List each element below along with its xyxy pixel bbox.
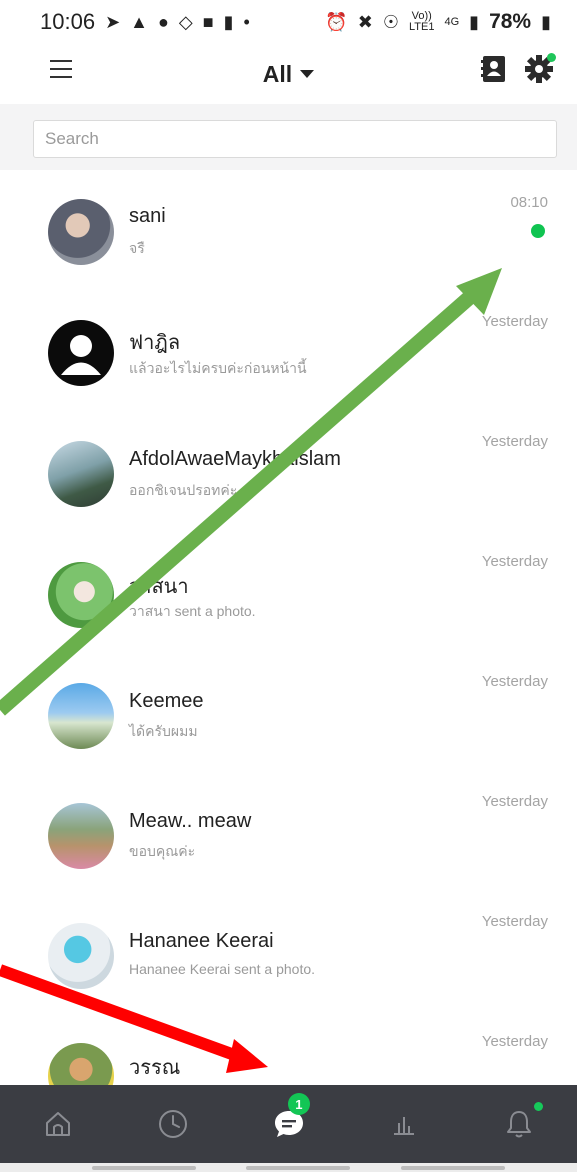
chat-name: ฟาฎิล <box>129 332 181 354</box>
chat-row[interactable]: Hananee Keerai Hananee Keerai sent a pho… <box>0 890 577 1010</box>
status-bar: 10:06 ➤ ▲ ● ◇ ■ ▮ • ⏰ ✖ ☉ Vo)) LTE1 4G ▮ … <box>0 0 577 44</box>
avatar <box>48 441 114 507</box>
chat-time: Yesterday <box>481 433 548 450</box>
avatar <box>48 923 114 989</box>
signal-icon: ▮ <box>469 12 480 32</box>
youtube-icon: ▮ <box>223 12 234 32</box>
notifications-dot <box>533 1102 543 1111</box>
avatar <box>48 199 114 265</box>
menu-icon[interactable] <box>50 58 72 80</box>
chat-row[interactable]: AfdolAwaeMaykhaislam ออกชิเจนปรอทค่ะ Yes… <box>0 410 577 530</box>
contacts-icon[interactable] <box>481 55 507 83</box>
chat-name: AfdolAwaeMaykhaislam <box>129 448 341 470</box>
messenger-icon: ● <box>157 12 169 32</box>
chat-preview: แล้วอะไรไม่ครบค่ะก่อนหน้านี้ <box>129 360 307 376</box>
chat-preview: ออกชิเจนปรอทค่ะ <box>129 482 238 498</box>
nav-history[interactable] <box>115 1085 230 1163</box>
chat-row[interactable]: วรรณ Yesterday <box>0 1010 577 1085</box>
gesture-bar <box>0 1163 577 1172</box>
chat-row[interactable]: Keemee ได้ครับผมม Yesterday <box>0 650 577 770</box>
bottom-nav: 1 <box>0 1085 577 1163</box>
chat-time: Yesterday <box>481 913 548 930</box>
chat-row[interactable]: sani จรื 08:10 <box>0 170 577 290</box>
page-title: All <box>262 60 293 87</box>
default-avatar-icon <box>61 335 101 375</box>
nav-notifications[interactable] <box>462 1085 577 1163</box>
avatar <box>48 803 114 869</box>
mute-icon: ✖ <box>357 12 373 32</box>
teams-icon: ■ <box>202 12 214 32</box>
caret-down-icon <box>300 70 315 78</box>
network-indicator: 4G <box>444 15 460 28</box>
nav-home[interactable] <box>0 1085 115 1163</box>
warning-icon: ▲ <box>130 12 148 32</box>
chat-preview: วาสนา sent a photo. <box>129 603 256 619</box>
avatar <box>48 562 114 628</box>
chat-time: Yesterday <box>481 793 548 810</box>
app-header: All <box>0 44 577 104</box>
chat-time: Yesterday <box>481 553 548 570</box>
gesture-handle-center <box>246 1166 350 1170</box>
status-time: 10:06 <box>40 9 96 34</box>
chat-time: Yesterday <box>481 1033 548 1050</box>
hotspot-icon: ☉ <box>382 12 399 32</box>
bell-icon <box>507 1111 532 1138</box>
nav-chats[interactable]: 1 <box>231 1085 346 1163</box>
more-notifications-icon: • <box>243 12 250 32</box>
settings-notification-dot <box>547 53 556 62</box>
gear-icon[interactable] <box>524 53 556 84</box>
search-input[interactable] <box>33 120 557 158</box>
chat-row[interactable]: วาสนา วาสนา sent a photo. Yesterday <box>0 530 577 650</box>
home-icon <box>45 1112 70 1136</box>
chat-time: Yesterday <box>481 313 548 330</box>
gesture-handle-left <box>92 1166 196 1170</box>
nav-stats[interactable] <box>346 1085 461 1163</box>
unread-indicator <box>531 224 545 238</box>
avatar <box>48 320 114 386</box>
alarm-icon: ⏰ <box>325 12 348 32</box>
chat-name: วรรณ <box>129 1057 181 1079</box>
bar-chart-icon <box>393 1117 414 1135</box>
status-right: ⏰ ✖ ☉ Vo)) LTE1 4G ▮ 78% ▮ <box>325 10 551 34</box>
chat-list: sani จรื 08:10 ฟาฎิล แล้วอะไรไม่ครบค่ะก่… <box>0 170 577 1085</box>
battery-icon: ▮ <box>541 12 551 32</box>
chat-row[interactable]: Meaw.. meaw ขอบคุณค่ะ Yesterday <box>0 770 577 890</box>
avatar <box>48 683 114 749</box>
volte-indicator: Vo)) LTE1 <box>408 10 435 33</box>
navigation-icon: ➤ <box>105 12 121 32</box>
chat-name: sani <box>129 205 166 227</box>
clock-icon <box>159 1110 188 1138</box>
chat-preview: ขอบคุณค่ะ <box>129 843 196 859</box>
chat-name: Meaw.. meaw <box>129 810 252 832</box>
filter-dropdown[interactable]: All <box>262 60 315 88</box>
location-icon: ◇ <box>178 12 193 32</box>
avatar <box>48 1043 114 1085</box>
chat-name: วาสนา <box>129 576 189 598</box>
status-left: 10:06 ➤ ▲ ● ◇ ■ ▮ • <box>40 9 250 35</box>
chat-time: Yesterday <box>481 673 548 690</box>
chat-name: Keemee <box>129 690 204 712</box>
chat-preview: จรื <box>129 240 145 256</box>
chat-preview: Hananee Keerai sent a photo. <box>129 961 316 977</box>
gesture-handle-right <box>401 1166 505 1170</box>
search-bar <box>0 104 577 170</box>
chat-name: Hananee Keerai <box>129 930 274 952</box>
chat-row[interactable]: ฟาฎิล แล้วอะไรไม่ครบค่ะก่อนหน้านี้ Yeste… <box>0 290 577 410</box>
chat-time: 08:10 <box>510 194 548 211</box>
chat-unread-badge: 1 <box>287 1093 310 1115</box>
battery-level: 78% <box>489 10 532 33</box>
chat-preview: ได้ครับผมม <box>129 723 198 739</box>
